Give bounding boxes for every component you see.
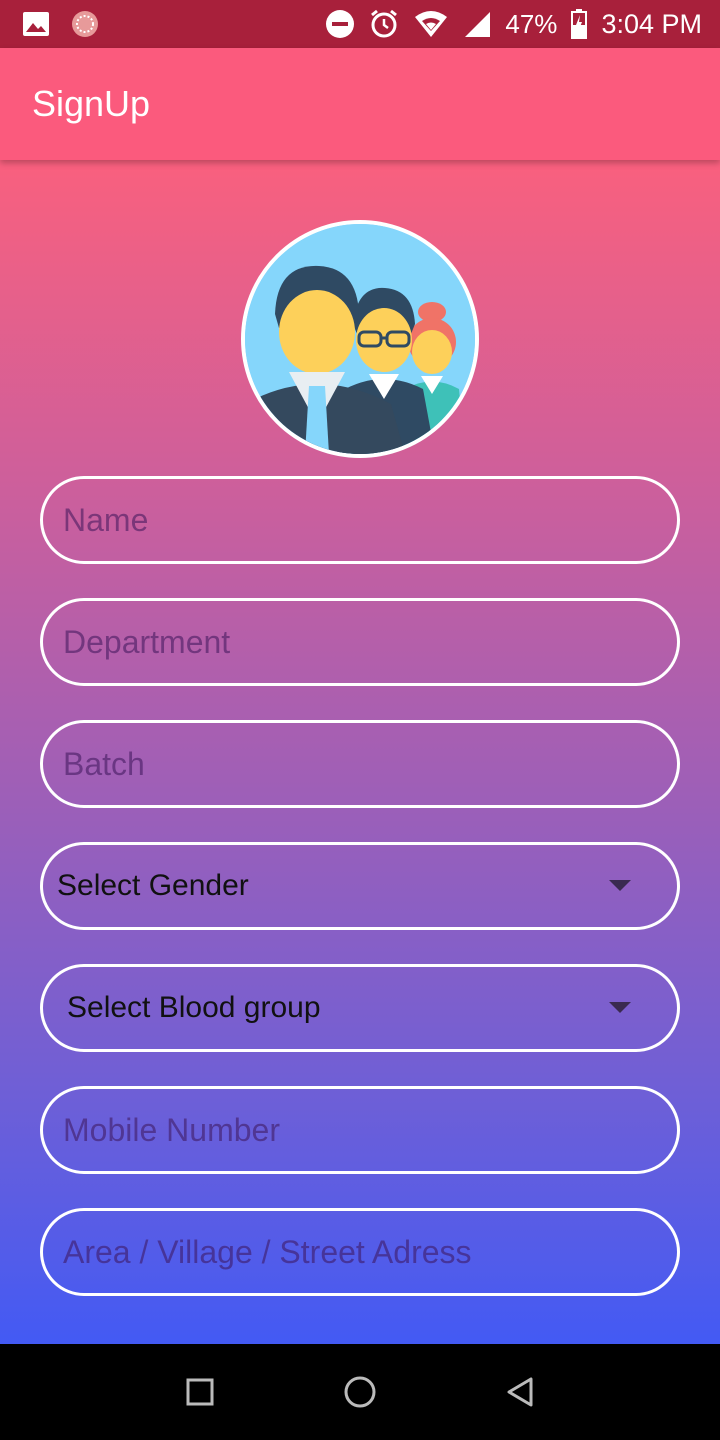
status-left (22, 9, 100, 39)
gender-selected-value: Select Gender (57, 869, 249, 902)
blood-group-selected-value: Select Blood group (67, 991, 321, 1024)
gender-select[interactable]: Select Gender (40, 842, 680, 930)
signup-form-container: Name Department Batch Select Gender Sele… (0, 160, 720, 1344)
image-icon (22, 11, 50, 37)
mobile-number-input[interactable]: Mobile Number (40, 1086, 680, 1174)
back-icon[interactable] (490, 1362, 550, 1422)
battery-icon (571, 9, 588, 39)
system-nav-bar (0, 1344, 720, 1440)
name-placeholder: Name (63, 501, 149, 538)
recents-icon[interactable] (170, 1362, 230, 1422)
battery-percent: 47% (505, 8, 558, 39)
wifi-icon (413, 9, 449, 39)
address-placeholder: Area / Village / Street Adress (63, 1233, 472, 1270)
batch-placeholder: Batch (63, 745, 145, 782)
batch-input[interactable]: Batch (40, 720, 680, 808)
home-icon[interactable] (330, 1362, 390, 1422)
chevron-down-icon (609, 1002, 631, 1013)
name-input[interactable]: Name (40, 476, 680, 564)
group-avatar-icon[interactable] (241, 220, 479, 458)
chevron-down-icon (609, 880, 631, 891)
blood-group-select[interactable]: Select Blood group (40, 964, 680, 1052)
do-not-disturb-icon (325, 9, 355, 39)
status-bar: 47% 3:04 PM (0, 0, 720, 48)
clock: 3:04 PM (601, 8, 702, 39)
app-bar: SignUp (0, 48, 720, 160)
alarm-icon (369, 9, 399, 39)
signal-icon (463, 10, 491, 38)
status-right: 47% 3:04 PM (325, 9, 702, 40)
department-input[interactable]: Department (40, 598, 680, 686)
mobile-number-placeholder: Mobile Number (63, 1111, 280, 1148)
page-title: SignUp (32, 83, 151, 124)
notification-icon (70, 9, 100, 39)
department-placeholder: Department (63, 623, 231, 660)
address-input[interactable]: Area / Village / Street Adress (40, 1208, 680, 1296)
